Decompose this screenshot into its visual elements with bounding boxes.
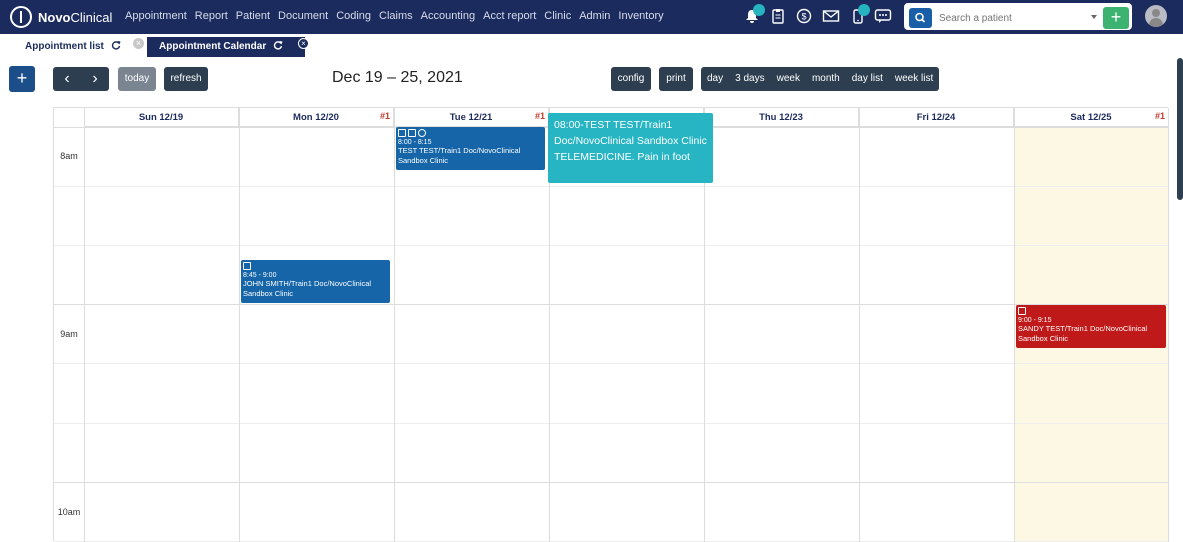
nav-clinic[interactable]: Clinic [544,10,571,22]
close-icon[interactable]: × [298,38,309,49]
user-icon [408,129,416,137]
clipboard-icon[interactable] [770,8,786,24]
svg-text:$: $ [801,12,806,22]
chat-icon[interactable] [874,8,892,24]
tab-label: Appointment list [25,41,104,52]
grid-line [54,304,1169,305]
chevron-down-icon[interactable] [1091,15,1097,19]
view-week-list[interactable]: week list [889,67,939,91]
top-navbar: NovoClinical Appointment Report Patient … [0,0,1183,34]
notification-badge [753,4,765,16]
appointment-event[interactable]: 9:00 - 9:15 SANDY TEST/Train1 Doc/NovoCl… [1016,305,1166,348]
event-tooltip: 08:00-TEST TEST/Train1 Doc/NovoClinical … [548,113,713,183]
event-time: 9:00 - 9:15 [1018,317,1052,324]
nav-coding[interactable]: Coding [336,10,371,22]
view-day[interactable]: day [701,67,729,91]
event-title: SANDY TEST/Train1 Doc/NovoClinical Sandb… [1018,324,1148,343]
grid-line [54,423,1169,424]
grid-line [84,108,85,542]
view-day-list[interactable]: day list [846,67,889,91]
patient-search: + [904,3,1132,30]
today-button[interactable]: today [118,67,156,91]
logo-icon [10,6,32,28]
brand-name-thin: Clinical [70,9,113,25]
grid-line [1014,108,1015,542]
day-count-badge: #1 [535,111,546,121]
user-icon [243,262,251,270]
scrollbar[interactable] [1177,58,1183,200]
add-patient-button[interactable]: + [1103,7,1129,29]
brand-name-bold: Novo [38,9,71,25]
grid-line [859,108,860,542]
mail-icon[interactable] [822,8,840,24]
print-button[interactable]: print [659,67,693,91]
day-count-badge: #1 [380,111,391,121]
day-header-fri[interactable]: Fri 12/24 [859,108,1014,127]
view-month[interactable]: month [806,67,846,91]
hour-label: 10am [57,507,81,517]
close-icon[interactable]: × [133,38,144,49]
message-badge [858,4,870,16]
nav-claims[interactable]: Claims [379,10,413,22]
day-header-mon[interactable]: Mon 12/20 [239,108,394,127]
grid-line [54,482,1169,483]
brand-logo[interactable]: NovoClinical [10,6,112,28]
view-week[interactable]: week [771,67,806,91]
grid-line [1168,108,1169,542]
nav-document[interactable]: Document [278,10,328,22]
day-header-sun[interactable]: Sun 12/19 [84,108,239,127]
person-icon [418,129,426,137]
refresh-icon[interactable] [273,40,283,50]
view-3-days[interactable]: 3 days [729,67,770,91]
day-header-thu[interactable]: Thu 12/23 [704,108,859,127]
view-switcher: day 3 days week month day list week list [701,67,940,91]
add-appointment-button[interactable]: + [9,66,35,92]
next-week-button[interactable]: › [81,67,109,91]
nav-patient[interactable]: Patient [236,10,270,22]
video-icon [398,129,406,137]
nav-admin[interactable]: Admin [579,10,610,22]
dollar-icon[interactable]: $ [796,8,812,24]
grid-line [54,245,1169,246]
tab-label: Appointment Calendar [159,41,267,52]
day-header-tue[interactable]: Tue 12/21 [394,108,549,127]
grid-line [394,108,395,542]
grid-line [239,108,240,542]
event-time: 8:45 - 9:00 [243,272,277,279]
event-title: TEST TEST/Train1 Doc/NovoClinical Sandbo… [398,146,521,165]
tab-strip: Appointment list × Appointment Calendar … [0,34,1183,58]
tab-appointment-list[interactable]: Appointment list [13,37,133,57]
search-icon [915,12,926,23]
grid-line [54,363,1169,364]
appointment-event[interactable]: 8:00 - 8:15 TEST TEST/Train1 Doc/NovoCli… [396,127,545,170]
hour-label: 9am [60,329,78,339]
nav-report[interactable]: Report [195,10,228,22]
config-button[interactable]: config [611,67,651,91]
search-input[interactable] [939,9,1089,27]
avatar[interactable] [1145,5,1167,27]
event-time: 8:00 - 8:15 [398,139,432,146]
tab-appointment-calendar[interactable]: Appointment Calendar [147,37,305,57]
refresh-icon[interactable] [111,40,121,50]
event-title: JOHN SMITH/Train1 Doc/NovoClinical Sandb… [243,279,372,298]
day-header-sat[interactable]: Sat 12/25 [1014,108,1169,127]
prev-week-button[interactable]: ‹ [53,67,81,91]
search-button[interactable] [909,8,932,28]
calendar-title: Dec 19 – 25, 2021 [332,69,463,86]
nav-appointment[interactable]: Appointment [125,10,187,22]
nav-acct-report[interactable]: Acct report [483,10,536,22]
user-icon [1018,307,1026,315]
refresh-button[interactable]: refresh [164,67,208,91]
hour-label: 8am [60,151,78,161]
nav-inventory[interactable]: Inventory [618,10,663,22]
nav-accounting[interactable]: Accounting [421,10,475,22]
appointment-event[interactable]: 8:45 - 9:00 JOHN SMITH/Train1 Doc/NovoCl… [241,260,390,303]
grid-line [54,186,1169,187]
day-count-badge: #1 [1155,111,1166,121]
main-nav: Appointment Report Patient Document Codi… [125,10,672,22]
